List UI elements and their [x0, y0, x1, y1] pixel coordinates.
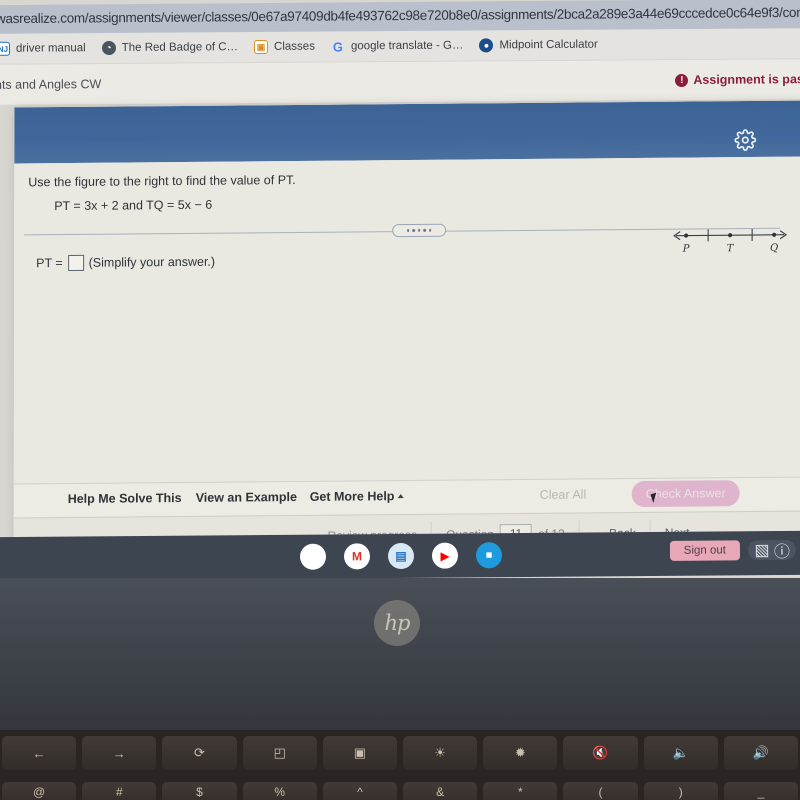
function-key-row: ← → ⟳ ◰ ▣ ☀ ✹ 🔇 🔈 🔊: [0, 736, 800, 770]
brightness-up-key[interactable]: ✹: [483, 736, 558, 770]
question-prompt: Use the figure to the right to find the …: [28, 172, 296, 190]
bookmark-label: The Red Badge of C…: [121, 41, 239, 54]
question-given: PT = 3x + 2 and TQ = 5x − 6: [54, 197, 213, 214]
question-panel: Use the figure to the right to find the …: [13, 156, 800, 484]
assignment-title: ents and Angles CW: [0, 77, 102, 92]
gear-icon[interactable]: [734, 129, 757, 151]
reload-key[interactable]: ⟳: [162, 736, 237, 770]
percent-key[interactable]: %: [242, 782, 317, 800]
answer-input[interactable]: [67, 254, 84, 271]
bookmark-red-badge[interactable]: ◔ The Red Badge of C…: [101, 40, 239, 56]
hash-key[interactable]: #: [82, 782, 157, 800]
youtube-app-icon[interactable]: ▶: [431, 542, 459, 569]
window-overview-key[interactable]: ▣: [322, 736, 398, 770]
assignment-viewer: Use the figure to the right to find the …: [13, 100, 800, 540]
answer-label: PT =: [36, 256, 63, 271]
assignment-title-bar: ents and Angles CW ! Assignment is past: [0, 59, 800, 105]
get-more-help-button[interactable]: Get More Help: [310, 489, 404, 504]
asterisk-key[interactable]: *: [483, 782, 558, 800]
past-due-text: Assignment is past: [693, 72, 800, 87]
chrome-app-icon[interactable]: ◉: [299, 543, 327, 570]
bookmark-label: google translate - G…: [350, 39, 464, 53]
brightness-down-key[interactable]: ☀: [403, 736, 478, 770]
back-key[interactable]: ←: [2, 736, 77, 770]
google-favicon-icon: G: [332, 38, 344, 54]
fullscreen-key[interactable]: ◰: [242, 736, 317, 770]
number-line-figure: P T Q: [670, 221, 790, 262]
shelf-app-list: ◉ M ▤ ▶ ■: [299, 542, 503, 570]
chromeos-shelf: ◉ M ▤ ▶ ■ Sign out ▧ ⓘ: [0, 530, 800, 580]
panel-divider: [24, 221, 781, 242]
volume-down-key[interactable]: 🔈: [643, 736, 718, 770]
classroom-favicon-icon: ▣: [253, 39, 269, 55]
bookmark-label: Classes: [273, 40, 315, 53]
ampersand-key[interactable]: &: [403, 782, 478, 800]
info-icon: ⓘ: [773, 543, 791, 562]
bookmark-label: driver manual: [15, 42, 86, 55]
answer-hint: (Simplify your answer.): [88, 254, 216, 270]
right-paren-key[interactable]: ): [643, 782, 718, 800]
app-header: [14, 100, 800, 164]
bookmarks-bar: NJ driver manual ◔ The Red Badge of C… ▣…: [0, 28, 800, 64]
volume-up-key[interactable]: 🔊: [723, 736, 799, 770]
past-due-notice: ! Assignment is past: [675, 72, 800, 87]
docs-app-icon[interactable]: ▤: [387, 542, 415, 570]
check-answer-button[interactable]: Check Answer: [631, 480, 740, 508]
caret-key[interactable]: ^: [322, 782, 398, 800]
answer-row: PT = (Simplify your answer.): [36, 254, 215, 272]
bookmark-label: Midpoint Calculator: [499, 38, 598, 52]
system-tray[interactable]: ▧ ⓘ: [747, 539, 797, 562]
url-text[interactable]: wasrealize.com/assignments/viewer/classe…: [0, 4, 800, 26]
at-key[interactable]: @: [2, 782, 77, 800]
svg-text:P: P: [682, 244, 690, 255]
get-more-help-label: Get More Help: [309, 489, 395, 504]
svg-text:Q: Q: [770, 243, 778, 254]
bookmark-driver-manual[interactable]: NJ driver manual: [0, 41, 86, 56]
globe-favicon-icon: ◔: [101, 40, 116, 56]
help-me-solve-this-button[interactable]: Help Me Solve This: [68, 491, 182, 506]
number-key-row: @ # $ % ^ & * ( ) _: [0, 782, 800, 800]
mute-key[interactable]: 🔇: [563, 736, 638, 770]
left-paren-key[interactable]: (: [563, 782, 638, 800]
shelf-status-area: Sign out ▧ ⓘ: [669, 539, 797, 562]
sign-out-button[interactable]: Sign out: [669, 540, 741, 561]
svg-text:T: T: [727, 243, 735, 254]
view-an-example-button[interactable]: View an Example: [196, 490, 297, 505]
clear-all-button[interactable]: Clear All: [540, 487, 587, 501]
midpoint-favicon-icon: ●: [479, 38, 494, 53]
caret-up-icon: [397, 494, 404, 499]
bookmark-google-translate[interactable]: G google translate - G…: [331, 39, 464, 54]
exclamation-icon: !: [675, 73, 689, 87]
photographed-screen: wasrealize.com/assignments/viewer/classe…: [0, 0, 800, 580]
bookmark-midpoint-calculator[interactable]: ● Midpoint Calculator: [479, 38, 598, 53]
gmail-app-icon[interactable]: M: [343, 543, 371, 570]
dollar-key[interactable]: $: [162, 782, 237, 800]
underscore-key[interactable]: _: [723, 782, 799, 800]
meet-app-icon[interactable]: ■: [475, 542, 503, 569]
nj-favicon-icon: NJ: [0, 41, 11, 56]
hp-logo: hp: [374, 600, 420, 646]
battery-icon: ▧: [754, 542, 770, 560]
drag-handle-icon[interactable]: [392, 223, 447, 238]
forward-key[interactable]: →: [82, 736, 157, 770]
bookmark-classes[interactable]: ▣ Classes: [253, 39, 315, 55]
